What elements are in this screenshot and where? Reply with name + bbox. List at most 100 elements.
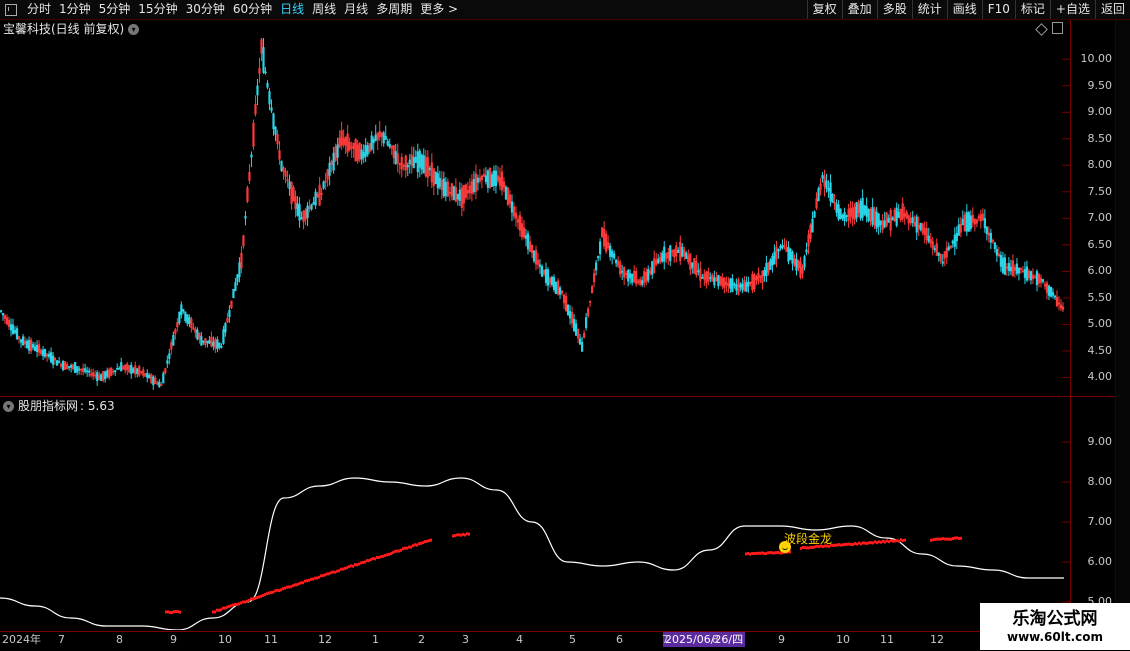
indicator-dot bbox=[286, 585, 288, 589]
indicator-dot bbox=[274, 589, 276, 593]
period-tab[interactable]: 1分钟 bbox=[55, 0, 95, 19]
candle-body bbox=[580, 341, 584, 352]
indicator-dot bbox=[400, 548, 402, 552]
indicator-dot bbox=[376, 555, 378, 559]
dropdown-chevron-icon[interactable]: ▾ bbox=[128, 23, 140, 35]
period-tab[interactable]: 60分钟 bbox=[229, 0, 276, 19]
candle-body bbox=[538, 264, 542, 267]
candle-body bbox=[779, 245, 782, 249]
indicator-dot bbox=[290, 585, 292, 589]
candle-body bbox=[76, 366, 79, 373]
candle-body bbox=[472, 179, 475, 193]
period-toolbar: 分时 1分钟 5分钟 15分钟 30分钟 60分钟 日线 周线 月线 多周期 更多 > 复权 叠加 多股… bbox=[0, 0, 1130, 20]
candle-body bbox=[663, 246, 666, 262]
candle-body bbox=[360, 149, 363, 160]
candle-body bbox=[56, 360, 59, 366]
toolbar-button[interactable]: F10 bbox=[981, 0, 1015, 19]
indicator-dot bbox=[930, 538, 932, 542]
candle-body bbox=[875, 211, 878, 229]
panel-toggle-icon[interactable] bbox=[5, 3, 17, 16]
candle-body bbox=[845, 215, 848, 218]
indicator-dot bbox=[372, 557, 374, 561]
indicator-tick-label: 7.00 bbox=[1087, 515, 1113, 528]
candlestick-chart[interactable] bbox=[0, 38, 1070, 396]
candle-body bbox=[651, 261, 654, 275]
candle-body bbox=[1029, 271, 1033, 281]
candle-body bbox=[322, 181, 325, 189]
indicator-dot bbox=[890, 539, 892, 543]
indicator-dot bbox=[244, 600, 246, 604]
candle-body bbox=[661, 252, 664, 262]
toolbar-button[interactable]: 标记 bbox=[1014, 0, 1050, 19]
candle-body bbox=[162, 373, 165, 384]
date-tick-label: 5 bbox=[569, 633, 576, 646]
candle-body bbox=[805, 249, 808, 253]
indicator-dot bbox=[846, 542, 848, 546]
indicator-dot bbox=[864, 541, 866, 545]
candle-body bbox=[428, 167, 431, 171]
period-tab[interactable]: 周线 bbox=[308, 0, 340, 19]
date-tick-label: 6 bbox=[616, 633, 623, 646]
candle-body bbox=[1017, 267, 1021, 274]
toolbar-button[interactable]: 叠加 bbox=[841, 0, 877, 19]
candle-body bbox=[1001, 257, 1004, 273]
candle-body bbox=[250, 154, 253, 158]
candle-body bbox=[867, 209, 870, 222]
candle-body bbox=[49, 352, 53, 363]
indicator-header: ▾ 股朋指标网 : 5.63 bbox=[3, 398, 115, 414]
indicator-dot bbox=[460, 533, 462, 537]
toolbar-button[interactable]: 统计 bbox=[911, 0, 947, 19]
price-tick-label: 8.00 bbox=[1087, 158, 1113, 172]
indicator-dot bbox=[902, 539, 904, 543]
candle-body bbox=[372, 139, 375, 143]
candle-body bbox=[116, 367, 119, 370]
candle-body bbox=[310, 204, 313, 210]
candle-body bbox=[492, 170, 496, 186]
candle-body bbox=[510, 201, 514, 213]
period-tab[interactable]: 更多 > bbox=[416, 0, 462, 19]
candle-body bbox=[180, 304, 183, 316]
period-tab[interactable]: 日线 bbox=[276, 0, 308, 19]
toolbar-button[interactable]: 复权 bbox=[806, 0, 842, 19]
period-tab[interactable]: 月线 bbox=[340, 0, 372, 19]
candle-body bbox=[296, 203, 299, 216]
candle-body bbox=[298, 204, 301, 221]
indicator-chart[interactable] bbox=[0, 414, 1070, 630]
candle-body bbox=[837, 204, 840, 220]
stock-title: 宝馨科技(日线 前复权) bbox=[3, 22, 125, 36]
candle-body bbox=[394, 151, 397, 165]
candle-body bbox=[0, 310, 3, 313]
indicator-dot bbox=[169, 611, 171, 615]
period-tab[interactable]: 15分钟 bbox=[134, 0, 181, 19]
candle-body bbox=[382, 132, 385, 144]
indicator-dot bbox=[904, 538, 906, 542]
indicator-menu-icon[interactable]: ▾ bbox=[3, 400, 14, 412]
period-tab[interactable]: 30分钟 bbox=[182, 0, 229, 19]
indicator-dot bbox=[414, 543, 416, 547]
candle-body bbox=[436, 173, 439, 189]
indicator-dot bbox=[892, 539, 894, 543]
toolbar-button[interactable]: 返回 bbox=[1094, 0, 1130, 19]
candle-body bbox=[312, 202, 315, 205]
indicator-dot bbox=[870, 541, 872, 545]
candle-body bbox=[965, 212, 968, 232]
toolbar-button[interactable]: +自选 bbox=[1049, 0, 1095, 19]
candle-body bbox=[729, 278, 732, 289]
candle-body bbox=[1015, 263, 1019, 274]
toolbar-button[interactable]: 画线 bbox=[946, 0, 982, 19]
period-tab[interactable]: 5分钟 bbox=[95, 0, 135, 19]
candle-body bbox=[999, 255, 1002, 267]
candle-body bbox=[216, 339, 219, 349]
sidebar-toggle-icon[interactable] bbox=[1052, 22, 1063, 34]
indicator-dot bbox=[898, 539, 900, 543]
diamond-icon[interactable] bbox=[1035, 23, 1048, 36]
indicator-dot bbox=[238, 602, 240, 606]
indicator-dot bbox=[747, 551, 749, 555]
date-tick-label: 7 bbox=[58, 633, 65, 646]
period-tab[interactable]: 多周期 bbox=[372, 0, 416, 19]
candle-body bbox=[196, 329, 199, 340]
candle-body bbox=[859, 200, 862, 219]
candle-body bbox=[578, 338, 582, 345]
toolbar-button[interactable]: 多股 bbox=[876, 0, 912, 19]
period-tab[interactable]: 分时 bbox=[23, 0, 55, 19]
